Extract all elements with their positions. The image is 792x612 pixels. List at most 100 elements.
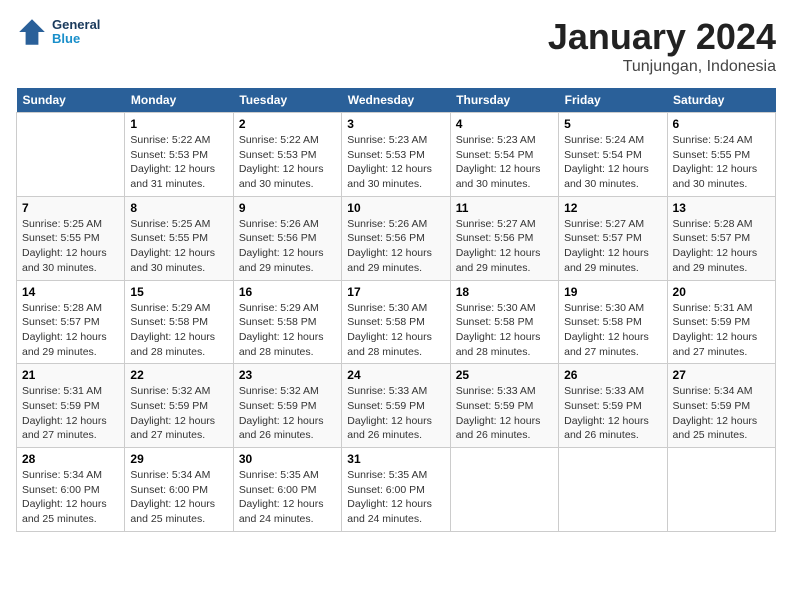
- calendar-cell: [17, 113, 125, 197]
- day-number: 2: [239, 117, 336, 131]
- day-info: Sunrise: 5:24 AM Sunset: 5:54 PM Dayligh…: [564, 133, 661, 192]
- calendar-header-row: SundayMondayTuesdayWednesdayThursdayFrid…: [17, 88, 776, 113]
- day-number: 21: [22, 368, 119, 382]
- day-number: 16: [239, 285, 336, 299]
- day-info: Sunrise: 5:26 AM Sunset: 5:56 PM Dayligh…: [239, 217, 336, 276]
- day-number: 3: [347, 117, 444, 131]
- calendar-cell: [450, 448, 558, 532]
- day-number: 12: [564, 201, 661, 215]
- day-header: Thursday: [450, 88, 558, 113]
- logo-line2: Blue: [52, 32, 100, 46]
- day-number: 6: [673, 117, 770, 131]
- day-info: Sunrise: 5:33 AM Sunset: 5:59 PM Dayligh…: [564, 384, 661, 443]
- calendar-cell: 30Sunrise: 5:35 AM Sunset: 6:00 PM Dayli…: [233, 448, 341, 532]
- logo-icon: [16, 16, 48, 48]
- calendar-cell: 15 Sunrise: 5:29 AM Sunset: 5:58 PM Dayli…: [125, 280, 233, 364]
- day-header: Monday: [125, 88, 233, 113]
- calendar-cell: [559, 448, 667, 532]
- logo-line1: General: [52, 18, 100, 32]
- calendar-cell: 20 Sunrise: 5:31 AM Sunset: 5:59 PM Dayli…: [667, 280, 775, 364]
- calendar-cell: 14Sunrise: 5:28 AM Sunset: 5:57 PM Dayli…: [17, 280, 125, 364]
- calendar-cell: 6Sunrise: 5:24 AM Sunset: 5:55 PM Daylig…: [667, 113, 775, 197]
- calendar-cell: 18Sunrise: 5:30 AM Sunset: 5:58 PM Dayli…: [450, 280, 558, 364]
- calendar-cell: 11 Sunrise: 5:27 AM Sunset: 5:56 PM Dayli…: [450, 196, 558, 280]
- calendar-cell: 27Sunrise: 5:34 AM Sunset: 5:59 PM Dayli…: [667, 364, 775, 448]
- day-number: 31: [347, 452, 444, 466]
- day-info: Sunrise: 5:28 AM Sunset: 5:57 PM Dayligh…: [673, 217, 770, 276]
- calendar-week-row: 28Sunrise: 5:34 AM Sunset: 6:00 PM Dayli…: [17, 448, 776, 532]
- day-info: Sunrise: 5:35 AM Sunset: 6:00 PM Dayligh…: [239, 468, 336, 527]
- day-info: Sunrise: 5:31 AM Sunset: 5:59 PM Dayligh…: [673, 301, 770, 360]
- day-number: 24: [347, 368, 444, 382]
- calendar-cell: 19Sunrise: 5:30 AM Sunset: 5:58 PM Dayli…: [559, 280, 667, 364]
- calendar-cell: 25 Sunrise: 5:33 AM Sunset: 5:59 PM Dayli…: [450, 364, 558, 448]
- calendar-cell: 9 Sunrise: 5:26 AM Sunset: 5:56 PM Daylig…: [233, 196, 341, 280]
- logo-text: General Blue: [52, 18, 100, 47]
- calendar-cell: 10 Sunrise: 5:26 AM Sunset: 5:56 PM Dayli…: [342, 196, 450, 280]
- day-number: 5: [564, 117, 661, 131]
- day-info: Sunrise: 5:29 AM Sunset: 5:58 PM Dayligh…: [239, 301, 336, 360]
- calendar-cell: 2 Sunrise: 5:22 AM Sunset: 5:53 PM Daylig…: [233, 113, 341, 197]
- calendar-week-row: 14Sunrise: 5:28 AM Sunset: 5:57 PM Dayli…: [17, 280, 776, 364]
- day-info: Sunrise: 5:32 AM Sunset: 5:59 PM Dayligh…: [239, 384, 336, 443]
- day-info: Sunrise: 5:34 AM Sunset: 5:59 PM Dayligh…: [673, 384, 770, 443]
- day-number: 25: [456, 368, 553, 382]
- calendar-cell: 4Sunrise: 5:23 AM Sunset: 5:54 PM Daylig…: [450, 113, 558, 197]
- day-number: 15: [130, 285, 227, 299]
- day-number: 17: [347, 285, 444, 299]
- day-info: Sunrise: 5:35 AM Sunset: 6:00 PM Dayligh…: [347, 468, 444, 527]
- day-info: Sunrise: 5:31 AM Sunset: 5:59 PM Dayligh…: [22, 384, 119, 443]
- day-info: Sunrise: 5:23 AM Sunset: 5:53 PM Dayligh…: [347, 133, 444, 192]
- calendar-cell: 22Sunrise: 5:32 AM Sunset: 5:59 PM Dayli…: [125, 364, 233, 448]
- day-info: Sunrise: 5:33 AM Sunset: 5:59 PM Dayligh…: [347, 384, 444, 443]
- calendar-cell: 29Sunrise: 5:34 AM Sunset: 6:00 PM Dayli…: [125, 448, 233, 532]
- day-header: Friday: [559, 88, 667, 113]
- calendar-cell: 7Sunrise: 5:25 AM Sunset: 5:55 PM Daylig…: [17, 196, 125, 280]
- day-info: Sunrise: 5:22 AM Sunset: 5:53 PM Dayligh…: [130, 133, 227, 192]
- day-number: 8: [130, 201, 227, 215]
- calendar-week-row: 1 Sunrise: 5:22 AM Sunset: 5:53 PM Daylig…: [17, 113, 776, 197]
- calendar-body: 1 Sunrise: 5:22 AM Sunset: 5:53 PM Daylig…: [17, 113, 776, 532]
- day-number: 10: [347, 201, 444, 215]
- day-number: 18: [456, 285, 553, 299]
- day-header: Saturday: [667, 88, 775, 113]
- day-info: Sunrise: 5:26 AM Sunset: 5:56 PM Dayligh…: [347, 217, 444, 276]
- calendar-cell: 26 Sunrise: 5:33 AM Sunset: 5:59 PM Dayli…: [559, 364, 667, 448]
- calendar-table: SundayMondayTuesdayWednesdayThursdayFrid…: [16, 88, 776, 532]
- day-number: 1: [130, 117, 227, 131]
- calendar-week-row: 21 Sunrise: 5:31 AM Sunset: 5:59 PM Dayli…: [17, 364, 776, 448]
- day-header: Sunday: [17, 88, 125, 113]
- calendar-cell: 12Sunrise: 5:27 AM Sunset: 5:57 PM Dayli…: [559, 196, 667, 280]
- day-info: Sunrise: 5:30 AM Sunset: 5:58 PM Dayligh…: [347, 301, 444, 360]
- day-number: 20: [673, 285, 770, 299]
- location-title: Tunjungan, Indonesia: [548, 58, 776, 76]
- day-number: 7: [22, 201, 119, 215]
- day-info: Sunrise: 5:30 AM Sunset: 5:58 PM Dayligh…: [564, 301, 661, 360]
- calendar-cell: [667, 448, 775, 532]
- day-number: 23: [239, 368, 336, 382]
- day-info: Sunrise: 5:33 AM Sunset: 5:59 PM Dayligh…: [456, 384, 553, 443]
- day-info: Sunrise: 5:22 AM Sunset: 5:53 PM Dayligh…: [239, 133, 336, 192]
- title-area: January 2024 Tunjungan, Indonesia: [548, 16, 776, 76]
- calendar-cell: 23 Sunrise: 5:32 AM Sunset: 5:59 PM Dayli…: [233, 364, 341, 448]
- calendar-cell: 8 Sunrise: 5:25 AM Sunset: 5:55 PM Daylig…: [125, 196, 233, 280]
- day-info: Sunrise: 5:27 AM Sunset: 5:56 PM Dayligh…: [456, 217, 553, 276]
- day-info: Sunrise: 5:25 AM Sunset: 5:55 PM Dayligh…: [130, 217, 227, 276]
- day-number: 11: [456, 201, 553, 215]
- calendar-cell: 13Sunrise: 5:28 AM Sunset: 5:57 PM Dayli…: [667, 196, 775, 280]
- day-info: Sunrise: 5:32 AM Sunset: 5:59 PM Dayligh…: [130, 384, 227, 443]
- day-number: 4: [456, 117, 553, 131]
- header: General Blue January 2024 Tunjungan, Ind…: [16, 16, 776, 76]
- day-header: Wednesday: [342, 88, 450, 113]
- calendar-cell: 24 Sunrise: 5:33 AM Sunset: 5:59 PM Dayli…: [342, 364, 450, 448]
- day-info: Sunrise: 5:29 AM Sunset: 5:58 PM Dayligh…: [130, 301, 227, 360]
- day-number: 29: [130, 452, 227, 466]
- calendar-week-row: 7 Sunrise: 5:25 AM Sunset: 5:55 PM Daylig…: [17, 196, 776, 280]
- calendar-cell: 28Sunrise: 5:34 AM Sunset: 6:00 PM Dayli…: [17, 448, 125, 532]
- calendar-cell: 5 Sunrise: 5:24 AM Sunset: 5:54 PM Daylig…: [559, 113, 667, 197]
- day-number: 28: [22, 452, 119, 466]
- logo: General Blue: [16, 16, 100, 48]
- day-number: 26: [564, 368, 661, 382]
- day-number: 9: [239, 201, 336, 215]
- calendar-cell: 16 Sunrise: 5:29 AM Sunset: 5:58 PM Dayli…: [233, 280, 341, 364]
